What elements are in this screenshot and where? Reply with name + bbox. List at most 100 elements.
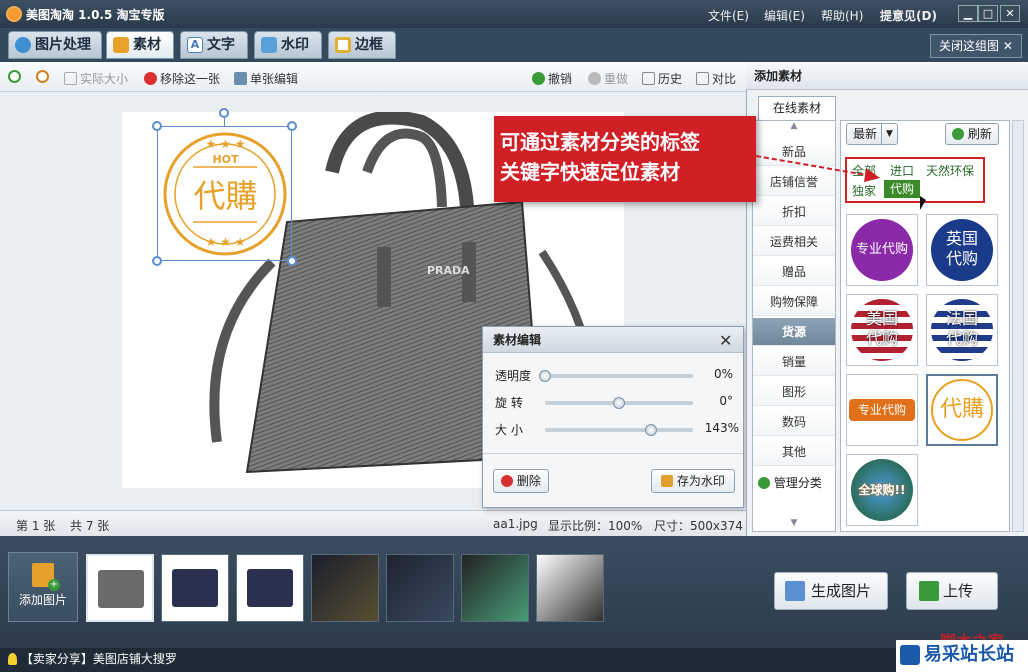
- sticker-label: 美国代购: [851, 299, 913, 361]
- material-scrollbar[interactable]: [1012, 120, 1024, 532]
- palette-icon: [15, 37, 31, 53]
- sticker-thumb[interactable]: 美国代购: [846, 294, 918, 366]
- category-item[interactable]: 图形: [753, 378, 835, 406]
- category-item[interactable]: 运费相关: [753, 228, 835, 256]
- size-value: 143%: [704, 421, 739, 435]
- film-thumb[interactable]: [236, 554, 304, 622]
- sticker-thumb[interactable]: 全球购!!: [846, 454, 918, 526]
- sticker-label: 专业代购: [851, 219, 913, 281]
- category-item[interactable]: 其他: [753, 438, 835, 466]
- tag-import[interactable]: 进口: [890, 162, 914, 179]
- film-thumb-selected[interactable]: [86, 554, 154, 622]
- tag-eco[interactable]: 天然环保: [926, 162, 974, 179]
- history-button[interactable]: 历史: [642, 70, 682, 87]
- generate-image-button[interactable]: 生成图片: [774, 572, 888, 610]
- generate-icon: [785, 581, 805, 601]
- menu-file[interactable]: 文件(E): [708, 7, 749, 24]
- tab-online-material[interactable]: 在线素材: [758, 96, 836, 120]
- delete-button[interactable]: 删除: [493, 469, 549, 493]
- tab-border[interactable]: 边框: [328, 31, 396, 59]
- resize-handle-tr[interactable]: [287, 121, 297, 131]
- category-item-selected[interactable]: 货源: [753, 318, 835, 346]
- category-item[interactable]: 赠品: [753, 258, 835, 286]
- actual-size-button[interactable]: 实际大小: [64, 70, 128, 87]
- dialog-close-icon[interactable]: ✕: [719, 331, 732, 350]
- resize-handle-tl[interactable]: [152, 121, 162, 131]
- category-item[interactable]: 销量: [753, 348, 835, 376]
- border-icon: [335, 37, 351, 53]
- undo-button[interactable]: 撤销: [532, 70, 572, 87]
- compare-button[interactable]: 对比: [696, 70, 736, 87]
- remove-one-button[interactable]: 移除这一张: [144, 70, 220, 87]
- opacity-value: 0%: [713, 367, 733, 381]
- tab-image-processing[interactable]: 图片处理: [8, 31, 102, 59]
- stamp-stars-top: ★ ★ ★: [205, 137, 246, 151]
- add-image-label: 添加图片: [18, 593, 67, 607]
- menu-edit[interactable]: 编辑(E): [764, 7, 805, 24]
- selected-sticker[interactable]: ★ ★ ★ HOT 代購 ★ ★ ★: [157, 126, 292, 261]
- callout-arrow-icon: [755, 155, 880, 182]
- sticker-thumb-selected[interactable]: 代購: [926, 374, 998, 446]
- add-material-header: 添加素材: [746, 62, 1028, 90]
- tab-label: 图片处理: [35, 37, 91, 53]
- history-icon: [642, 72, 655, 85]
- category-item[interactable]: 购物保障: [753, 288, 835, 316]
- upload-button[interactable]: 上传: [906, 572, 998, 610]
- save-watermark-button[interactable]: 存为水印: [651, 469, 735, 493]
- tab-label: 水印: [281, 37, 309, 53]
- tab-text[interactable]: A 文字: [180, 31, 248, 59]
- sticker-thumb[interactable]: 英国代购: [926, 214, 998, 286]
- resize-handle-bl[interactable]: [152, 256, 162, 266]
- single-edit-label: 单张编辑: [250, 72, 299, 86]
- film-thumb[interactable]: [161, 554, 229, 622]
- resize-handle-br[interactable]: [287, 256, 297, 266]
- manage-categories-button[interactable]: 管理分类: [758, 474, 822, 491]
- bag-brand-label: PRADA: [427, 264, 470, 277]
- menu-help[interactable]: 帮助(H): [821, 7, 863, 24]
- plus-icon: [758, 477, 770, 489]
- history-label: 历史: [658, 72, 683, 86]
- zoom-in-icon[interactable]: [8, 70, 24, 84]
- minimize-button[interactable]: ▁: [958, 5, 978, 22]
- rotate-handle[interactable]: [219, 108, 229, 118]
- tag-daigou-selected[interactable]: 代购: [884, 180, 920, 198]
- tab-label: 文字: [207, 37, 235, 53]
- delete-label: 删除: [516, 474, 541, 488]
- share-link[interactable]: 【卖家分享】美图店铺大搜罗: [21, 652, 177, 666]
- redo-label: 重做: [604, 72, 629, 86]
- refresh-button[interactable]: 刷新: [945, 123, 999, 145]
- sticker-thumb[interactable]: 法国代购: [926, 294, 998, 366]
- film-thumb[interactable]: [536, 554, 604, 622]
- tab-material[interactable]: 素材: [106, 31, 174, 59]
- category-item[interactable]: 数码: [753, 408, 835, 436]
- single-edit-button[interactable]: 单张编辑: [234, 70, 298, 87]
- opacity-slider-knob[interactable]: [539, 370, 551, 382]
- close-group-button[interactable]: 关闭这组图 ✕: [930, 34, 1022, 58]
- tab-watermark[interactable]: 水印: [254, 31, 322, 59]
- size-slider[interactable]: [545, 428, 693, 432]
- rotate-label: 旋 转: [495, 396, 523, 410]
- category-item[interactable]: 折扣: [753, 198, 835, 226]
- manage-categories-label: 管理分类: [773, 476, 822, 490]
- redo-button[interactable]: 重做: [588, 70, 628, 87]
- upload-icon: [919, 581, 939, 601]
- close-button[interactable]: ✕: [1000, 5, 1020, 22]
- sticker-label: 专业代购: [849, 399, 915, 421]
- maximize-button[interactable]: □: [978, 5, 998, 22]
- category-scroll-up-icon[interactable]: ▲: [753, 121, 835, 135]
- sticker-thumb[interactable]: 专业代购: [846, 374, 918, 446]
- app-title: 美图淘淘 1.0.5 淘宝专版: [26, 8, 165, 22]
- film-thumb[interactable]: [386, 554, 454, 622]
- film-thumb[interactable]: [311, 554, 379, 622]
- sticker-thumb[interactable]: 专业代购: [846, 214, 918, 286]
- undo-icon: [532, 72, 545, 85]
- category-scroll-down-icon[interactable]: ▼: [753, 518, 835, 530]
- zoom-out-icon[interactable]: [36, 70, 52, 84]
- film-thumb[interactable]: [461, 554, 529, 622]
- opacity-slider[interactable]: [545, 374, 693, 378]
- add-image-button[interactable]: + 添加图片: [8, 552, 78, 622]
- size-slider-knob[interactable]: [645, 424, 657, 436]
- rotate-slider-knob[interactable]: [613, 397, 625, 409]
- menu-feedback[interactable]: 提意见(D): [880, 7, 937, 24]
- sort-dropdown[interactable]: 最新 ▼: [846, 123, 898, 145]
